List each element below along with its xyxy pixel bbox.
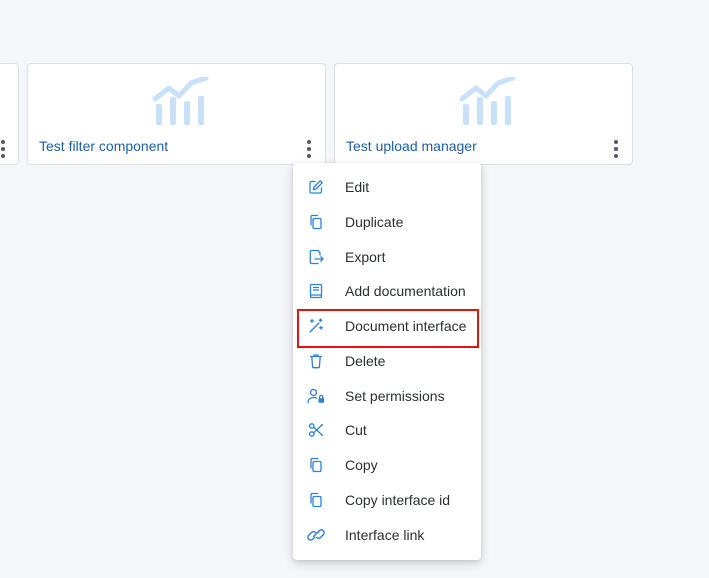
menu-item-label: Cut bbox=[345, 422, 367, 438]
menu-item-label: Interface link bbox=[345, 527, 425, 543]
trash-icon bbox=[307, 352, 325, 370]
context-menu: Edit Duplicate Export Add documentation … bbox=[293, 163, 481, 560]
menu-item-duplicate[interactable]: Duplicate bbox=[293, 205, 481, 239]
menu-item-copy-interface-id[interactable]: Copy interface id bbox=[293, 483, 481, 517]
chart-icon bbox=[152, 77, 210, 127]
card-title[interactable]: Test upload manager bbox=[346, 138, 477, 154]
menu-item-label: Export bbox=[345, 249, 386, 265]
export-icon bbox=[307, 248, 325, 266]
edit-icon bbox=[307, 178, 325, 196]
menu-item-delete[interactable]: Delete bbox=[293, 344, 481, 378]
menu-item-add-documentation[interactable]: Add documentation bbox=[293, 274, 481, 308]
card-more-options-button[interactable] bbox=[609, 138, 623, 160]
menu-item-label: Duplicate bbox=[345, 214, 404, 230]
user-lock-icon bbox=[307, 387, 325, 405]
menu-item-export[interactable]: Export bbox=[293, 240, 481, 274]
menu-item-set-permissions[interactable]: Set permissions bbox=[293, 379, 481, 413]
interface-card-test-filter-component[interactable]: Test filter component bbox=[27, 63, 326, 165]
menu-item-document-interface[interactable]: Document interface bbox=[293, 309, 481, 343]
duplicate-icon bbox=[307, 213, 325, 231]
menu-item-label: Edit bbox=[345, 179, 370, 195]
interface-card[interactable] bbox=[0, 63, 19, 165]
menu-item-cut[interactable]: Cut bbox=[293, 413, 481, 447]
menu-item-edit[interactable]: Edit bbox=[293, 170, 481, 204]
card-more-options-button[interactable] bbox=[0, 138, 10, 160]
card-title[interactable]: Test filter component bbox=[39, 138, 168, 154]
menu-item-label: Add documentation bbox=[345, 283, 466, 299]
magic-wand-icon bbox=[307, 317, 325, 335]
menu-item-label: Delete bbox=[345, 353, 386, 369]
chart-icon bbox=[459, 77, 517, 127]
menu-item-label: Set permissions bbox=[345, 388, 445, 404]
menu-item-label: Copy interface id bbox=[345, 492, 451, 508]
copy-icon bbox=[307, 491, 325, 509]
interface-card-test-upload-manager[interactable]: Test upload manager bbox=[334, 63, 633, 165]
menu-item-label: Document interface bbox=[345, 318, 467, 334]
menu-item-copy[interactable]: Copy bbox=[293, 448, 481, 482]
scissors-icon bbox=[307, 421, 325, 439]
link-icon bbox=[307, 526, 325, 544]
card-more-options-button[interactable] bbox=[302, 138, 316, 160]
menu-item-interface-link[interactable]: Interface link bbox=[293, 518, 481, 552]
book-icon bbox=[307, 282, 325, 300]
copy-icon bbox=[307, 456, 325, 474]
menu-item-label: Copy bbox=[345, 457, 378, 473]
